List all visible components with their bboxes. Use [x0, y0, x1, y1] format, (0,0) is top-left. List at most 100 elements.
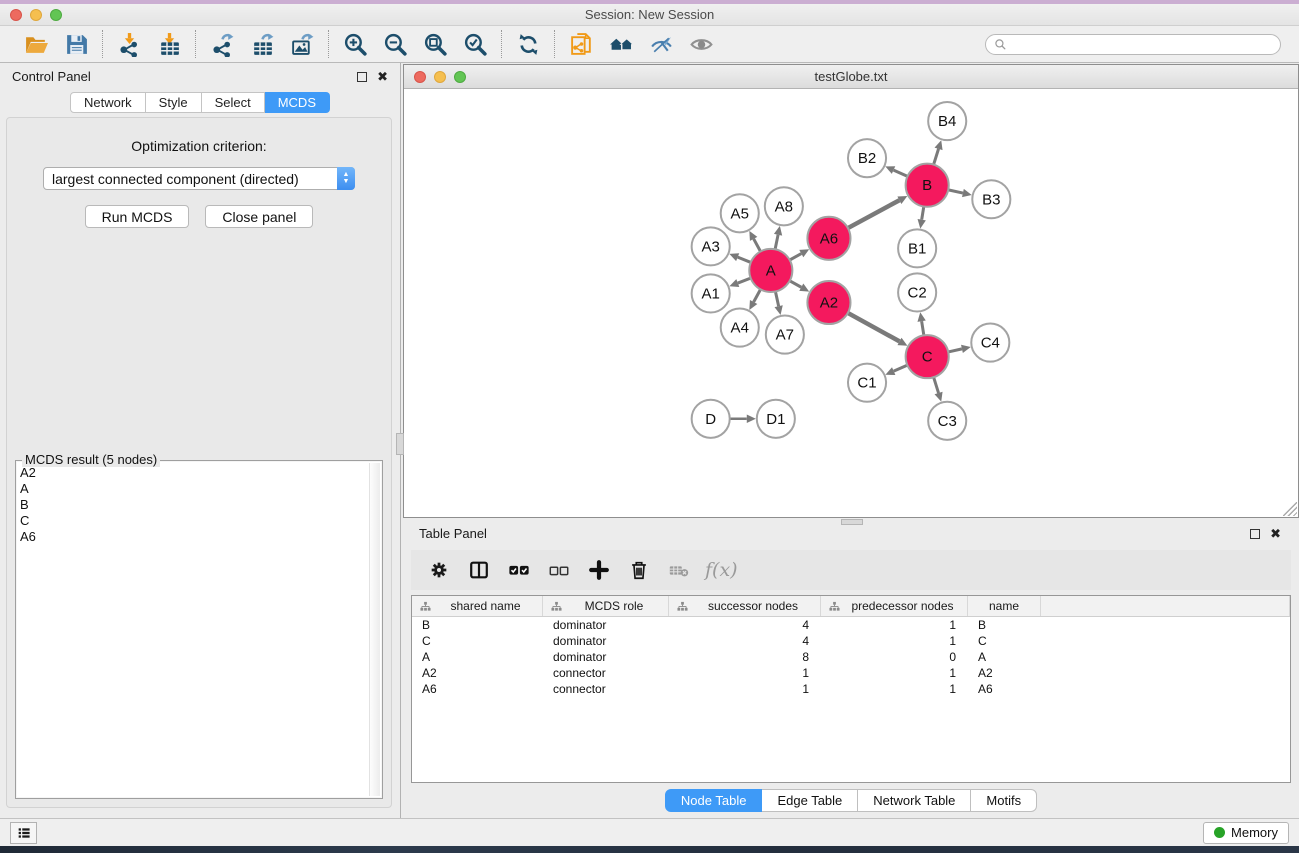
- criterion-select[interactable]: largest connected component (directed) ▲…: [43, 167, 355, 190]
- result-scrollbar[interactable]: [369, 463, 380, 796]
- gear-button[interactable]: [421, 555, 457, 585]
- columns-button[interactable]: [461, 555, 497, 585]
- eye-button[interactable]: [684, 30, 718, 58]
- select-all-button[interactable]: [501, 555, 537, 585]
- search-box[interactable]: [985, 34, 1281, 55]
- zoom-selected-button[interactable]: [458, 30, 492, 58]
- result-item[interactable]: A6: [20, 529, 368, 545]
- edge-A-A4[interactable]: [754, 288, 761, 302]
- export-image-button[interactable]: [285, 30, 319, 58]
- memory-button[interactable]: Memory: [1203, 822, 1289, 844]
- edge-A2-C[interactable]: [847, 312, 900, 341]
- table-row[interactable]: Adominator80A: [412, 649, 1290, 665]
- edge-B-B1[interactable]: [922, 206, 924, 220]
- home-button[interactable]: [604, 30, 638, 58]
- tab-network-table[interactable]: Network Table: [858, 789, 971, 812]
- edge-A-A1[interactable]: [738, 278, 752, 283]
- table-cell: A: [968, 650, 1041, 664]
- result-item[interactable]: A: [20, 481, 368, 497]
- edge-A-A8[interactable]: [775, 235, 778, 251]
- hide-labels-button[interactable]: [644, 30, 678, 58]
- tab-network[interactable]: Network: [70, 92, 146, 113]
- run-mcds-button[interactable]: Run MCDS: [85, 205, 190, 228]
- edge-A-A7[interactable]: [775, 290, 778, 306]
- tab-motifs[interactable]: Motifs: [971, 789, 1037, 812]
- arrowhead-icon: [775, 305, 783, 315]
- edge-B-B3[interactable]: [947, 190, 963, 193]
- unselect-all-button[interactable]: [541, 555, 577, 585]
- table-row[interactable]: A6connector11A6: [412, 681, 1290, 697]
- edge-B-B4[interactable]: [933, 149, 938, 166]
- export-network-button[interactable]: [205, 30, 239, 58]
- column-header-MCDS-role[interactable]: MCDS role: [543, 596, 669, 616]
- float-panel-icon[interactable]: [357, 72, 367, 82]
- search-input[interactable]: [1011, 37, 1272, 51]
- edge-A6-B[interactable]: [847, 200, 899, 228]
- column-header-name[interactable]: name: [968, 596, 1041, 616]
- close-panel-icon[interactable]: ✖: [377, 72, 388, 82]
- column-header-predecessor-nodes[interactable]: predecessor nodes: [821, 596, 968, 616]
- sort-icon[interactable]: [677, 601, 688, 612]
- edge-C-C1[interactable]: [894, 365, 909, 371]
- node-label-A1: A1: [701, 285, 719, 302]
- tab-node-table[interactable]: Node Table: [665, 789, 763, 812]
- tab-mcds[interactable]: MCDS: [265, 92, 330, 113]
- add-button[interactable]: [581, 555, 617, 585]
- trash-button[interactable]: [621, 555, 657, 585]
- toolbar-group: [329, 30, 501, 58]
- edge-C-C2[interactable]: [922, 321, 924, 336]
- edge-B-B2[interactable]: [894, 170, 909, 177]
- result-item[interactable]: C: [20, 513, 368, 529]
- result-item[interactable]: B: [20, 497, 368, 513]
- edge-A-A6[interactable]: [789, 254, 801, 261]
- network-canvas[interactable]: B4B2BB3A8A5A6A3B1AA1C2A2A4A7C4CC1C3DD1: [404, 89, 1298, 517]
- zoom-in-button[interactable]: [338, 30, 372, 58]
- tab-select[interactable]: Select: [202, 92, 265, 113]
- edge-C-C4[interactable]: [947, 349, 962, 352]
- float-table-panel-icon[interactable]: [1250, 529, 1260, 539]
- select-stepper-icon: ▲▼: [337, 167, 355, 190]
- network-file-button[interactable]: [564, 30, 598, 58]
- task-history-button[interactable]: [10, 822, 37, 844]
- table-cell: 1: [669, 666, 821, 680]
- table-row[interactable]: Cdominator41C: [412, 633, 1290, 649]
- save-button[interactable]: [59, 30, 93, 58]
- tab-edge-table[interactable]: Edge Table: [762, 789, 858, 812]
- table-row[interactable]: A2connector11A2: [412, 665, 1290, 681]
- export-table-button[interactable]: [245, 30, 279, 58]
- arrowhead-icon: [747, 415, 756, 423]
- edge-C-C3[interactable]: [933, 376, 938, 393]
- resize-grip[interactable]: [1283, 502, 1297, 516]
- function-builder-icon[interactable]: f(x): [705, 559, 738, 581]
- sort-icon[interactable]: [829, 601, 840, 612]
- toolbar-group: [196, 30, 328, 58]
- zoom-fit-button[interactable]: [418, 30, 452, 58]
- sort-icon[interactable]: [420, 601, 431, 612]
- table-cell: connector: [543, 666, 669, 680]
- sort-icon[interactable]: [551, 601, 562, 612]
- edge-A-A5[interactable]: [754, 239, 761, 253]
- tab-style[interactable]: Style: [146, 92, 202, 113]
- result-item[interactable]: A2: [20, 465, 368, 481]
- column-header-shared-name[interactable]: shared name: [412, 596, 543, 616]
- zoom-out-button[interactable]: [378, 30, 412, 58]
- vertical-splitter-handle[interactable]: [396, 433, 404, 455]
- mcds-result-list[interactable]: A2ABCA6: [20, 465, 368, 796]
- window-titlebar[interactable]: Session: New Session: [0, 4, 1299, 26]
- table-row[interactable]: Bdominator41B: [412, 617, 1290, 633]
- table-cell: dominator: [543, 650, 669, 664]
- column-header-successor-nodes[interactable]: successor nodes: [669, 596, 821, 616]
- edge-A-A2[interactable]: [789, 280, 801, 287]
- network-graph[interactable]: B4B2BB3A8A5A6A3B1AA1C2A2A4A7C4CC1C3DD1: [404, 89, 1298, 517]
- refresh-button[interactable]: [511, 30, 545, 58]
- import-network-button[interactable]: [112, 30, 146, 58]
- open-folder-button[interactable]: [19, 30, 53, 58]
- delete-table-button[interactable]: [661, 555, 697, 585]
- close-panel-button[interactable]: Close panel: [205, 205, 313, 228]
- network-window-titlebar[interactable]: testGlobe.txt: [404, 65, 1298, 89]
- close-table-panel-icon[interactable]: ✖: [1270, 529, 1281, 539]
- edge-A-A3[interactable]: [738, 257, 752, 263]
- table-cell: A: [412, 650, 543, 664]
- node-table[interactable]: shared nameMCDS rolesuccessor nodesprede…: [411, 595, 1291, 783]
- import-table-button[interactable]: [152, 30, 186, 58]
